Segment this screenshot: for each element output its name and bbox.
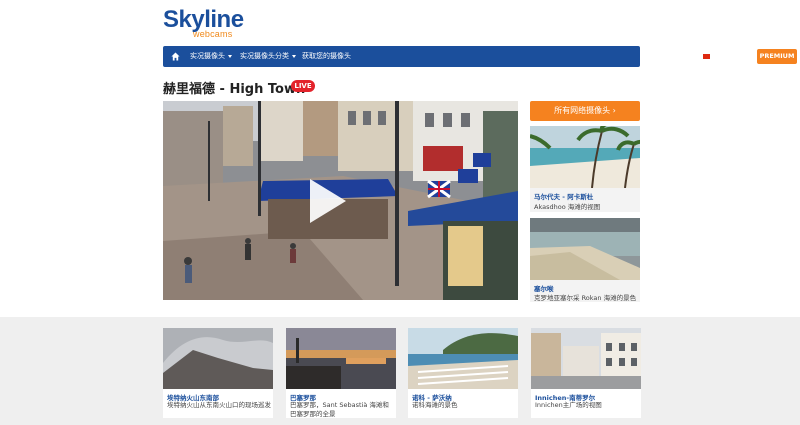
thumbnail-image [530, 126, 640, 188]
nav-item-label: 实况摄像头分类 [240, 52, 289, 60]
login-link[interactable]: 登录 [733, 46, 747, 67]
chevron-down-icon [292, 54, 296, 58]
webcam-card-etna[interactable]: 埃特纳火山东南部 埃特纳火山从东南火山口的现场巡发 [163, 328, 273, 418]
home-icon[interactable] [171, 52, 180, 61]
thumbnail-image [286, 328, 396, 389]
chevron-down-icon [228, 54, 232, 58]
page-title: 赫里福德 - High Town [163, 82, 306, 97]
nav-item-label: 获取您的摄像头 [302, 52, 351, 60]
card-description: 克罗地亚塞尔采 Rokan 海滩的景色 [534, 294, 637, 302]
thumbnail-image [530, 218, 640, 280]
flag-icon[interactable] [703, 54, 710, 59]
logo-sub-text: webcams [193, 29, 233, 39]
play-icon[interactable] [310, 179, 346, 223]
site-logo[interactable]: Skyline webcams [163, 8, 244, 40]
card-description: 埃特纳火山从东南火山口的现场巡发 [167, 401, 271, 409]
nav-item-get-camera[interactable]: 获取您的摄像头 [302, 46, 351, 67]
all-webcams-button[interactable]: 所有网络摄像头 › [530, 101, 640, 121]
card-title[interactable]: 马尔代夫 - 阿卡斯杜 [534, 191, 593, 201]
thumbnail-image [408, 328, 518, 389]
nav-item-live-cams[interactable]: 实况摄像头 [190, 46, 232, 67]
card-description: Akasdhoo 海滩的视图 [534, 203, 601, 211]
card-description: 诺科海滩的景色 [412, 401, 458, 409]
video-player[interactable] [163, 101, 518, 300]
chevron-down-icon[interactable] [715, 55, 719, 58]
main-nav: 实况摄像头 实况摄像头分类 获取您的摄像头 登录 PREMIUM [163, 46, 797, 67]
webcam-card-barcelona[interactable]: 巴塞罗那 巴塞罗那，Sant Sebastià 海滩和巴塞罗那的全景 [286, 328, 396, 418]
related-webcams-section [0, 317, 800, 425]
nav-item-categories[interactable]: 实况摄像头分类 [240, 46, 296, 67]
card-description: Innichen主广场的视图 [535, 401, 602, 409]
webcam-card-noli[interactable]: 诺科 - 萨沃纳 诺科海滩的景色 [408, 328, 518, 418]
sidebar-card-croatia[interactable]: 塞尔喉 克罗地亚塞尔采 Rokan 海滩的景色 [530, 218, 640, 302]
live-badge: LIVE [291, 80, 315, 92]
nav-item-label: 实况摄像头 [190, 52, 225, 60]
sidebar-card-maldives[interactable]: 马尔代夫 - 阿卡斯杜 Akasdhoo 海滩的视图 [530, 126, 640, 212]
webcam-card-innichen[interactable]: Innichen-南蒂罗尔 Innichen主广场的视图 [531, 328, 641, 418]
thumbnail-image [531, 328, 641, 389]
premium-button[interactable]: PREMIUM [757, 49, 797, 64]
card-description: 巴塞罗那，Sant Sebastià 海滩和巴塞罗那的全景 [290, 401, 389, 418]
thumbnail-image [163, 328, 273, 389]
